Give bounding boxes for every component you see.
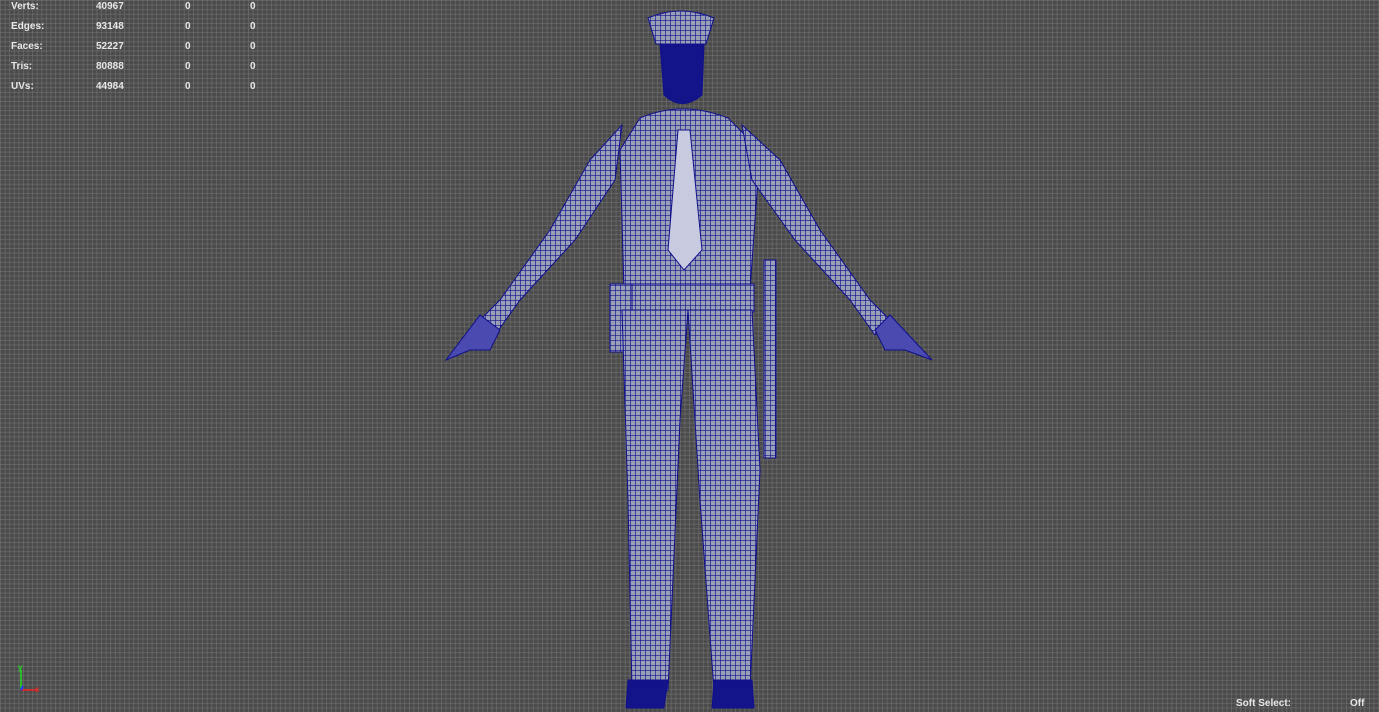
axis-x-label: x <box>35 685 40 694</box>
stat-row-tris: Tris: 80888 0 0 <box>11 60 271 80</box>
stat-value: 0 <box>185 81 191 92</box>
stat-label: UVs: <box>11 81 34 92</box>
stat-row-verts: Verts: 40967 0 0 <box>11 0 271 20</box>
soft-select-value: Off <box>1350 698 1365 709</box>
stat-label: Verts: <box>11 1 39 12</box>
stat-value: 93148 <box>96 21 124 32</box>
stat-row-uvs: UVs: 44984 0 0 <box>11 80 271 100</box>
soft-select-label: Soft Select: <box>1236 698 1292 709</box>
poly-count-hud: Verts: 40967 0 0 Edges: 93148 0 0 Faces:… <box>11 0 271 100</box>
3d-viewport[interactable] <box>0 0 1379 712</box>
axis-y-label: y <box>18 663 23 672</box>
stat-row-faces: Faces: 52227 0 0 <box>11 40 271 60</box>
axis-gizmo-icon: y x <box>18 663 40 694</box>
stat-label: Edges: <box>11 21 45 32</box>
police-character-wireframe-mesh[interactable] <box>444 10 933 709</box>
stat-label: Faces: <box>11 41 43 52</box>
stat-value: 80888 <box>96 61 124 72</box>
stat-value: 0 <box>250 21 256 32</box>
stat-value: 52227 <box>96 41 124 52</box>
stat-label: Tris: <box>11 61 33 72</box>
stat-row-edges: Edges: 93148 0 0 <box>11 20 271 40</box>
stat-value: 0 <box>185 61 191 72</box>
stat-value: 44984 <box>96 81 124 92</box>
stat-value: 0 <box>250 41 256 52</box>
stat-value: 0 <box>185 41 191 52</box>
stat-value: 0 <box>185 21 191 32</box>
stat-value: 0 <box>250 61 256 72</box>
stat-value: 0 <box>250 81 256 92</box>
stat-value: 0 <box>250 1 256 12</box>
soft-select-status: Soft Select: Off <box>1236 698 1364 709</box>
stat-value: 40967 <box>96 1 124 12</box>
stat-value: 0 <box>185 1 191 12</box>
